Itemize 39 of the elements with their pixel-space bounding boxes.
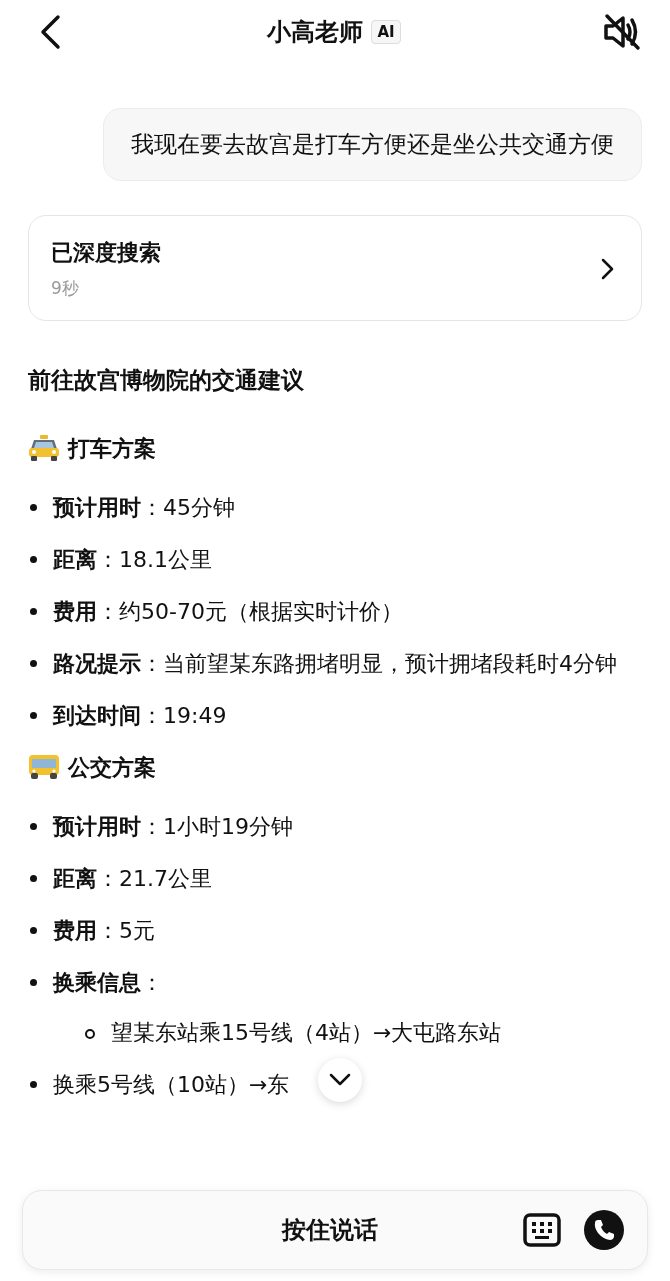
bullet-icon [30,659,37,667]
bullet-icon [30,822,37,830]
answer-title: 前往故宫博物院的交通建议 [28,366,305,395]
chevron-down-icon [329,1072,351,1087]
list-item: 换乘5号线（10站）→东 [53,1071,290,1097]
chevron-right-icon [601,258,615,280]
chat-title: 小高老师 [267,17,364,48]
list-item: 距离：18.1公里 [53,546,212,572]
bullet-icon [30,1080,37,1088]
list-item: 费用：约50-70元（根据实时计价） [53,598,403,624]
list-item: 换乘信息： [53,969,163,995]
list-item: 预计用时：45分钟 [53,494,235,520]
user-message: 我现在要去故宫是打车方便还是坐公共交通方便 [103,108,642,181]
taxi-icon [28,434,60,462]
bus-icon [28,753,60,781]
search-title: 已深度搜索 [51,239,161,267]
bullet-icon [30,555,37,563]
search-card[interactable]: 已深度搜索 9秒 [28,215,642,321]
bullet-icon [30,711,37,719]
bullet-icon [85,1028,95,1039]
bullet-icon [30,503,37,511]
scroll-down-button[interactable] [318,1057,362,1102]
speaker-button[interactable] [602,13,642,51]
bullet-icon [30,926,37,934]
section-heading: 打车方案 [68,434,156,463]
ai-badge: AI [371,20,401,44]
list-item: 路况提示：当前望某东路拥堵明显，预计拥堵段耗时4分钟 [53,650,617,676]
list-item: 距离：21.7公里 [53,865,212,891]
list-item: 预计用时：1小时19分钟 [53,813,293,839]
keyboard-button[interactable] [523,1213,561,1247]
bullet-icon [30,607,37,615]
list-item: 望某东站乘15号线（4站）→大屯路东站 [111,1019,502,1045]
bullet-icon [30,874,37,882]
section-heading: 公交方案 [68,753,156,782]
list-item: 到达时间：19:49 [53,702,227,728]
bullet-icon [30,978,37,986]
search-duration: 9秒 [51,277,80,300]
phone-call-button[interactable] [583,1209,625,1251]
list-item: 费用：5元 [53,917,155,943]
